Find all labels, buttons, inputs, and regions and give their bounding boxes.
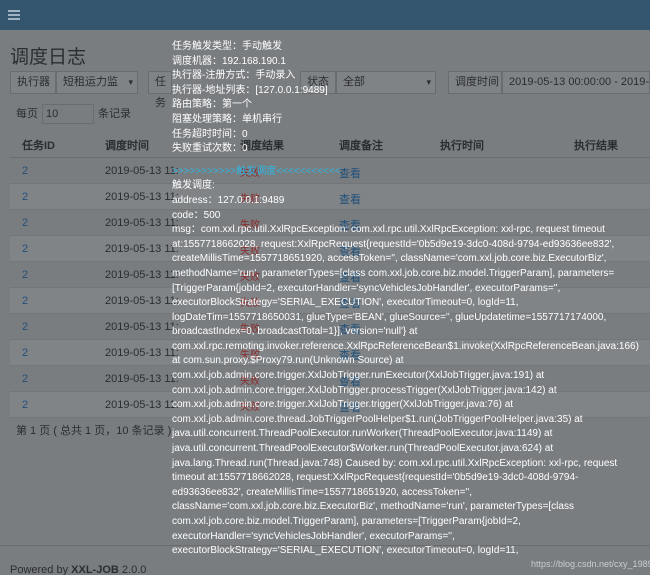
footer-prefix: Powered by (10, 564, 72, 575)
trigger-time: 2019-05-13 11: (105, 373, 179, 385)
task-id-link[interactable]: 2 (22, 399, 28, 411)
pagination-info: 第 1 页 ( 总共 1 页，10 条记录 ) (16, 425, 172, 437)
trigger-time: 2019-05-13 11: (105, 165, 179, 177)
popover-line: 调度机器：192.168.190.1 (172, 55, 286, 67)
footer-text: Powered by XXL-JOB 2.0.0 (10, 564, 146, 575)
task-id-link[interactable]: 2 (22, 165, 28, 177)
popover-error-message: msg：com.xxl.rpc.util.XxlRpcException: co… (172, 224, 639, 557)
page-size-value: 10 (46, 108, 59, 120)
footer-version: 2.0.0 (118, 564, 147, 575)
popover-line: 阻塞处理策略：单机串行 (172, 113, 282, 125)
executor-select-value: 短租运力监 (63, 76, 118, 88)
page-size-control: 每页 10 条记录 (16, 104, 131, 124)
task-id-link[interactable]: 2 (22, 217, 28, 229)
popover-line: 路由策略：第一个 (172, 99, 252, 111)
task-id-link[interactable]: 2 (22, 373, 28, 385)
page-size-suffix: 条记录 (98, 107, 131, 120)
column-header[interactable]: 调度时间 (105, 137, 149, 153)
page-title: 调度日志 (10, 47, 87, 68)
column-header[interactable]: 任务ID (22, 137, 55, 153)
popover-line: 执行器-地址列表：[127.0.0.1:9489] (172, 84, 328, 96)
top-navbar (0, 0, 650, 30)
trigger-time: 2019-05-13 11: (105, 347, 179, 359)
trigger-log-popover: 任务触发类型：手动触发 调度机器：192.168.190.1 执行器-注册方式：… (172, 40, 642, 559)
popover-line: code：500 (172, 209, 221, 221)
trigger-time: 2019-05-13 11: (105, 269, 179, 281)
trigger-time: 2019-05-13 11: (105, 295, 179, 307)
popover-line: 任务超时时间：0 (172, 128, 248, 140)
popover-line: 执行器-注册方式：手动录入 (172, 70, 296, 82)
trigger-time: 2019-05-13 11: (105, 217, 179, 229)
task-id-link[interactable]: 2 (22, 347, 28, 359)
task-id-link[interactable]: 2 (22, 269, 28, 281)
trigger-time: 2019-05-13 11: (105, 399, 179, 411)
trigger-time: 2019-05-13 11: (105, 191, 179, 203)
executor-select[interactable]: 短租运力监 ▾ (56, 71, 138, 94)
popover-separator: >>>>>>>>>>>触发调度<<<<<<<<<<< (172, 165, 341, 177)
popover-line: 失败重试次数：0 (172, 143, 248, 155)
chevron-down-icon: ▾ (128, 77, 133, 87)
watermark: https://blog.csdn.net/cxy_19891109 (531, 559, 650, 569)
trigger-time: 2019-05-13 11: (105, 321, 179, 333)
page-size-select[interactable]: 10 (42, 104, 94, 124)
executor-label: 执行器 (10, 71, 56, 94)
task-id-link[interactable]: 2 (22, 191, 28, 203)
page-size-prefix: 每页 (16, 107, 38, 120)
footer-brand: XXL-JOB (71, 564, 119, 575)
task-id-link[interactable]: 2 (22, 321, 28, 333)
task-label: 任务 (148, 71, 172, 109)
popover-spacer (172, 157, 642, 165)
task-id-link[interactable]: 2 (22, 243, 28, 255)
popover-line: address：127.0.0.1:9489 (172, 194, 285, 206)
popover-line: 触发调度: (172, 180, 215, 192)
task-id-link[interactable]: 2 (22, 295, 28, 307)
popover-line: 任务触发类型：手动触发 (172, 41, 282, 52)
trigger-time: 2019-05-13 11: (105, 243, 179, 255)
hamburger-icon[interactable] (8, 10, 20, 20)
